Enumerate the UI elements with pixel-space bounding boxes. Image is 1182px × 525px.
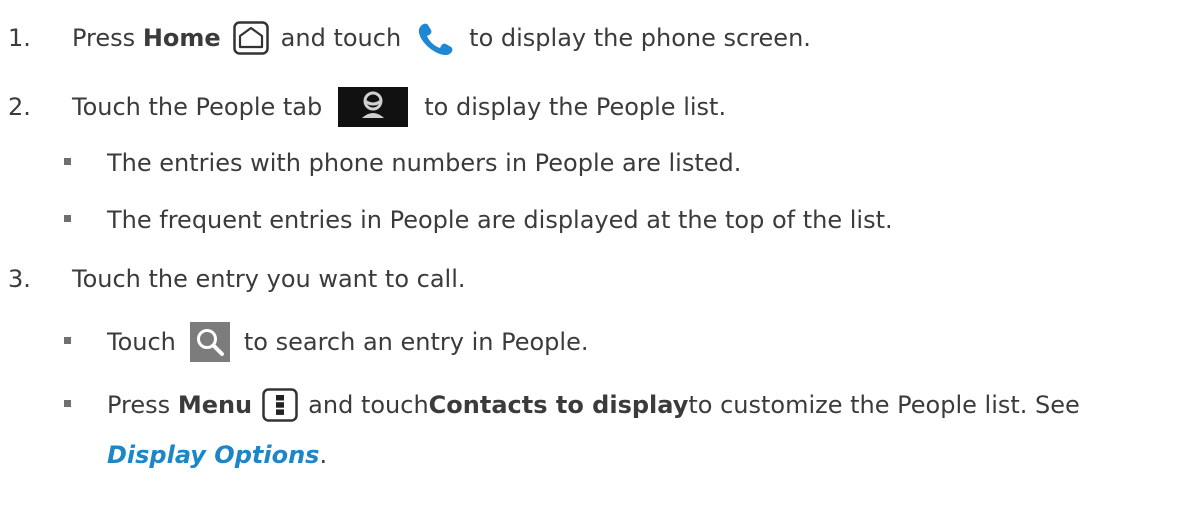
bullet-marker bbox=[64, 399, 71, 407]
list-item: The frequent entries in People are displ… bbox=[64, 205, 893, 235]
bullet-press-text: Press bbox=[107, 391, 171, 419]
search-icon bbox=[189, 322, 230, 362]
bullet-text: Touch bbox=[107, 328, 176, 356]
step-number: 1. bbox=[8, 24, 31, 52]
home-key-icon bbox=[232, 21, 269, 55]
bullet-and-touch-text: and touch bbox=[308, 391, 429, 419]
contacts-to-display-label: Contacts to display bbox=[428, 391, 689, 419]
step-2-rest-text: to display the People list. bbox=[424, 93, 727, 121]
bullet-marker bbox=[64, 157, 71, 165]
step-3-text: Touch the entry you want to call. bbox=[72, 265, 466, 293]
menu-key-icon bbox=[262, 388, 298, 422]
list-item-continuation: Display Options. bbox=[107, 440, 327, 470]
bullet-text: The frequent entries in People are displ… bbox=[107, 206, 893, 234]
display-options-link[interactable]: Display Options bbox=[107, 440, 319, 470]
list-item: Touch to search an entry in People. bbox=[64, 322, 588, 362]
step-3: 3. Touch the entry you want to call. bbox=[8, 264, 466, 294]
phone-icon bbox=[415, 21, 455, 55]
bullet-text: The entries with phone numbers in People… bbox=[107, 149, 742, 177]
home-key-label: Home bbox=[142, 24, 221, 52]
bullet-text-rest: to search an entry in People. bbox=[243, 328, 589, 356]
bullet-marker bbox=[64, 336, 71, 344]
step-1-press-text: Press bbox=[72, 24, 136, 52]
step-number: 3. bbox=[8, 265, 31, 293]
period: . bbox=[319, 441, 328, 469]
step-number: 2. bbox=[8, 93, 31, 121]
list-item: The entries with phone numbers in People… bbox=[64, 148, 741, 178]
step-1: 1. Press Home and touch to display the p… bbox=[8, 21, 811, 55]
bullet-rest-text: to customize the People list. See bbox=[688, 391, 1080, 419]
step-2: 2. Touch the People tab to display the P… bbox=[8, 87, 726, 127]
step-2-text: Touch the People tab bbox=[72, 93, 323, 121]
list-item: Press Menu and touch Contacts to display… bbox=[64, 388, 1080, 422]
step-1-and-touch-text: and touch bbox=[280, 24, 402, 52]
bullet-marker bbox=[64, 214, 71, 222]
people-tab-icon bbox=[338, 87, 409, 127]
step-1-rest-text: to display the phone screen. bbox=[469, 24, 811, 52]
menu-key-label: Menu bbox=[177, 391, 253, 419]
